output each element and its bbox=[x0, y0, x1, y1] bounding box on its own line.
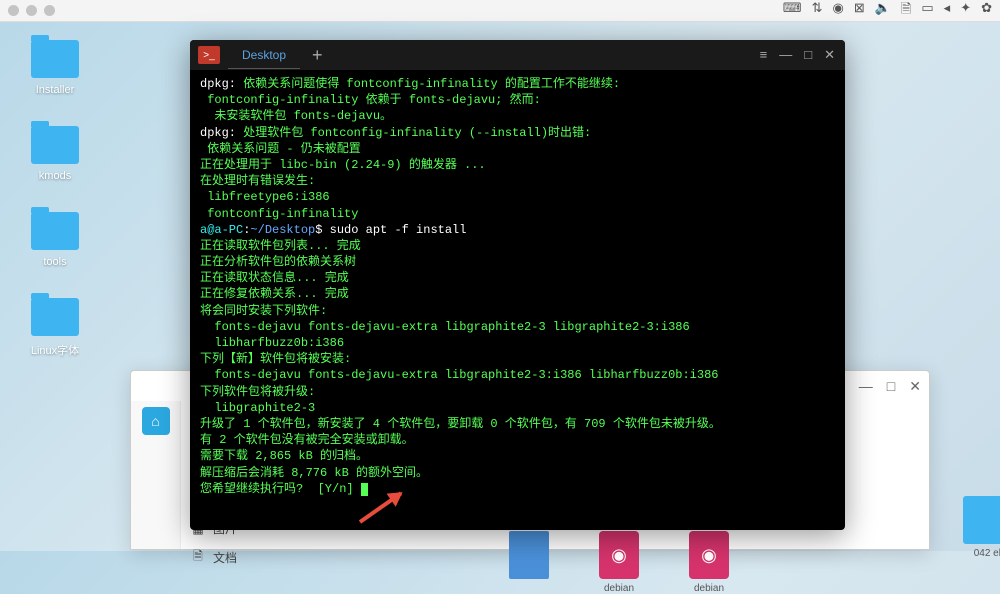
terminal-max-button[interactable]: □ bbox=[804, 47, 812, 63]
terminal-min-button[interactable]: — bbox=[779, 47, 792, 63]
terminal-line: fonts-dejavu fonts-dejavu-extra libgraph… bbox=[200, 367, 835, 383]
terminal-line: 下列软件包将被升级: bbox=[200, 384, 835, 400]
terminal-line: dpkg: 处理软件包 fontconfig-infinality (--ins… bbox=[200, 125, 835, 141]
system-topbar: ⌨ ⇅ ◉ ⊠ 🔈 🗎 ▭ ◂ ✦ ✿ bbox=[0, 0, 1000, 22]
terminal-line: 未安装软件包 fonts-dejavu。 bbox=[200, 108, 835, 124]
terminal-line: fonts-dejavu fonts-dejavu-extra libgraph… bbox=[200, 319, 835, 335]
nav-icon: 🗎 bbox=[191, 547, 205, 568]
max-light[interactable] bbox=[44, 5, 55, 16]
file-icon bbox=[509, 531, 549, 579]
desktop-folder[interactable]: tools bbox=[20, 212, 90, 268]
folder-icon bbox=[31, 40, 79, 78]
traffic-lights bbox=[8, 5, 55, 16]
tray-icon[interactable]: ✿ bbox=[981, 0, 992, 22]
terminal-line: fontconfig-infinality 依赖于 fonts-dejavu; … bbox=[200, 92, 835, 108]
folder-icon bbox=[31, 298, 79, 336]
terminal-line: 在处理时有错误发生: bbox=[200, 173, 835, 189]
terminal-line: libfreetype6:i386 bbox=[200, 189, 835, 205]
file-item[interactable] bbox=[501, 531, 557, 583]
file-label: debian bbox=[591, 583, 647, 594]
terminal-line: fontconfig-infinality bbox=[200, 206, 835, 222]
terminal-line: dpkg: 依赖关系问题使得 fontconfig-infinality 的配置… bbox=[200, 76, 835, 92]
terminal-close-button[interactable]: ✕ bbox=[824, 47, 835, 63]
terminal-line: 正在读取软件包列表... 完成 bbox=[200, 238, 835, 254]
fm-max-button[interactable]: □ bbox=[887, 378, 895, 394]
terminal-line: 有 2 个软件包没有被完全安装或卸载。 bbox=[200, 432, 835, 448]
file-icon: ◉ bbox=[689, 531, 729, 579]
desktop-folder[interactable]: Linux字体 bbox=[20, 298, 90, 358]
fm-launcher-bar: ⌂ bbox=[131, 401, 181, 549]
desktop-folder-label: Linux字体 bbox=[20, 342, 90, 358]
fm-nav-item[interactable]: 🗎 文档 bbox=[181, 542, 301, 573]
nav-label: 文档 bbox=[213, 549, 237, 566]
terminal-tabbar[interactable]: >_ Desktop + ≡ — □ ✕ bbox=[190, 40, 845, 70]
terminal-line: 依赖关系问题 - 仍未被配置 bbox=[200, 141, 835, 157]
terminal-line: libgraphite2-3 bbox=[200, 400, 835, 416]
terminal-tab[interactable]: Desktop bbox=[228, 42, 300, 69]
terminal-line: 将会同时安装下列软件: bbox=[200, 303, 835, 319]
terminal-line: 正在分析软件包的依赖关系树 bbox=[200, 254, 835, 270]
new-tab-button[interactable]: + bbox=[300, 45, 335, 66]
tray-icon[interactable]: ⌨ bbox=[783, 0, 802, 22]
terminal-app-icon: >_ bbox=[198, 46, 220, 64]
terminal-line: a@a-PC:~/Desktop$ sudo apt -f install bbox=[200, 222, 835, 238]
desktop-folder-label: kmods bbox=[20, 170, 90, 182]
tray-icon[interactable]: ✦ bbox=[960, 0, 971, 22]
desktop-folder[interactable]: kmods bbox=[20, 126, 90, 182]
tray-icon[interactable]: ◂ bbox=[944, 0, 951, 22]
tray-icon[interactable]: 🗎 bbox=[901, 0, 911, 22]
terminal-line: 正在修复依赖关系... 完成 bbox=[200, 286, 835, 302]
desktop-folder-label: tools bbox=[20, 256, 90, 268]
file-item[interactable]: ◉ debian bbox=[591, 531, 647, 594]
terminal-window[interactable]: >_ Desktop + ≡ — □ ✕ dpkg: 依赖关系问题使得 font… bbox=[190, 40, 845, 530]
terminal-line: libharfbuzz0b:i386 bbox=[200, 335, 835, 351]
terminal-output[interactable]: dpkg: 依赖关系问题使得 fontconfig-infinality 的配置… bbox=[190, 70, 845, 530]
terminal-line: 需要下载 2,865 kB 的归档。 bbox=[200, 448, 835, 464]
folder-icon bbox=[31, 126, 79, 164]
home-icon[interactable]: ⌂ bbox=[142, 407, 170, 435]
tray-icon[interactable]: ⇅ bbox=[812, 0, 823, 22]
terminal-line: 您希望继续执行吗? [Y/n] bbox=[200, 481, 835, 497]
file-icon bbox=[963, 496, 1000, 544]
file-label: 042 eb bbox=[961, 548, 1000, 559]
tray-icon[interactable]: ▭ bbox=[921, 0, 933, 22]
file-icon: ◉ bbox=[599, 531, 639, 579]
system-tray: ⌨ ⇅ ◉ ⊠ 🔈 🗎 ▭ ◂ ✦ ✿ bbox=[783, 0, 992, 22]
desktop-folder[interactable]: Installer bbox=[20, 40, 90, 96]
tray-icon[interactable]: ◉ bbox=[832, 0, 843, 22]
folder-icon bbox=[31, 212, 79, 250]
tray-icon[interactable]: 🔈 bbox=[875, 0, 891, 22]
file-label: debian bbox=[681, 583, 737, 594]
terminal-line: 正在读取状态信息... 完成 bbox=[200, 270, 835, 286]
terminal-cursor bbox=[361, 483, 368, 496]
terminal-line: 下列【新】软件包将被安装: bbox=[200, 351, 835, 367]
terminal-menu-button[interactable]: ≡ bbox=[760, 47, 768, 63]
file-item[interactable]: ◉ debian bbox=[681, 531, 737, 594]
desktop-folder-label: Installer bbox=[20, 84, 90, 96]
close-light[interactable] bbox=[8, 5, 19, 16]
file-item[interactable]: 042 eb bbox=[961, 496, 1000, 559]
fm-close-button[interactable]: ✕ bbox=[909, 378, 921, 395]
desktop-icons: Installer kmods tools Linux字体 bbox=[20, 40, 90, 388]
terminal-line: 正在处理用于 libc-bin (2.24-9) 的触发器 ... bbox=[200, 157, 835, 173]
terminal-line: 解压缩后会消耗 8,776 kB 的额外空间。 bbox=[200, 465, 835, 481]
min-light[interactable] bbox=[26, 5, 37, 16]
terminal-line: 升级了 1 个软件包，新安装了 4 个软件包，要卸载 0 个软件包，有 709 … bbox=[200, 416, 835, 432]
tray-icon[interactable]: ⊠ bbox=[854, 0, 865, 22]
fm-min-button[interactable]: — bbox=[859, 378, 873, 394]
